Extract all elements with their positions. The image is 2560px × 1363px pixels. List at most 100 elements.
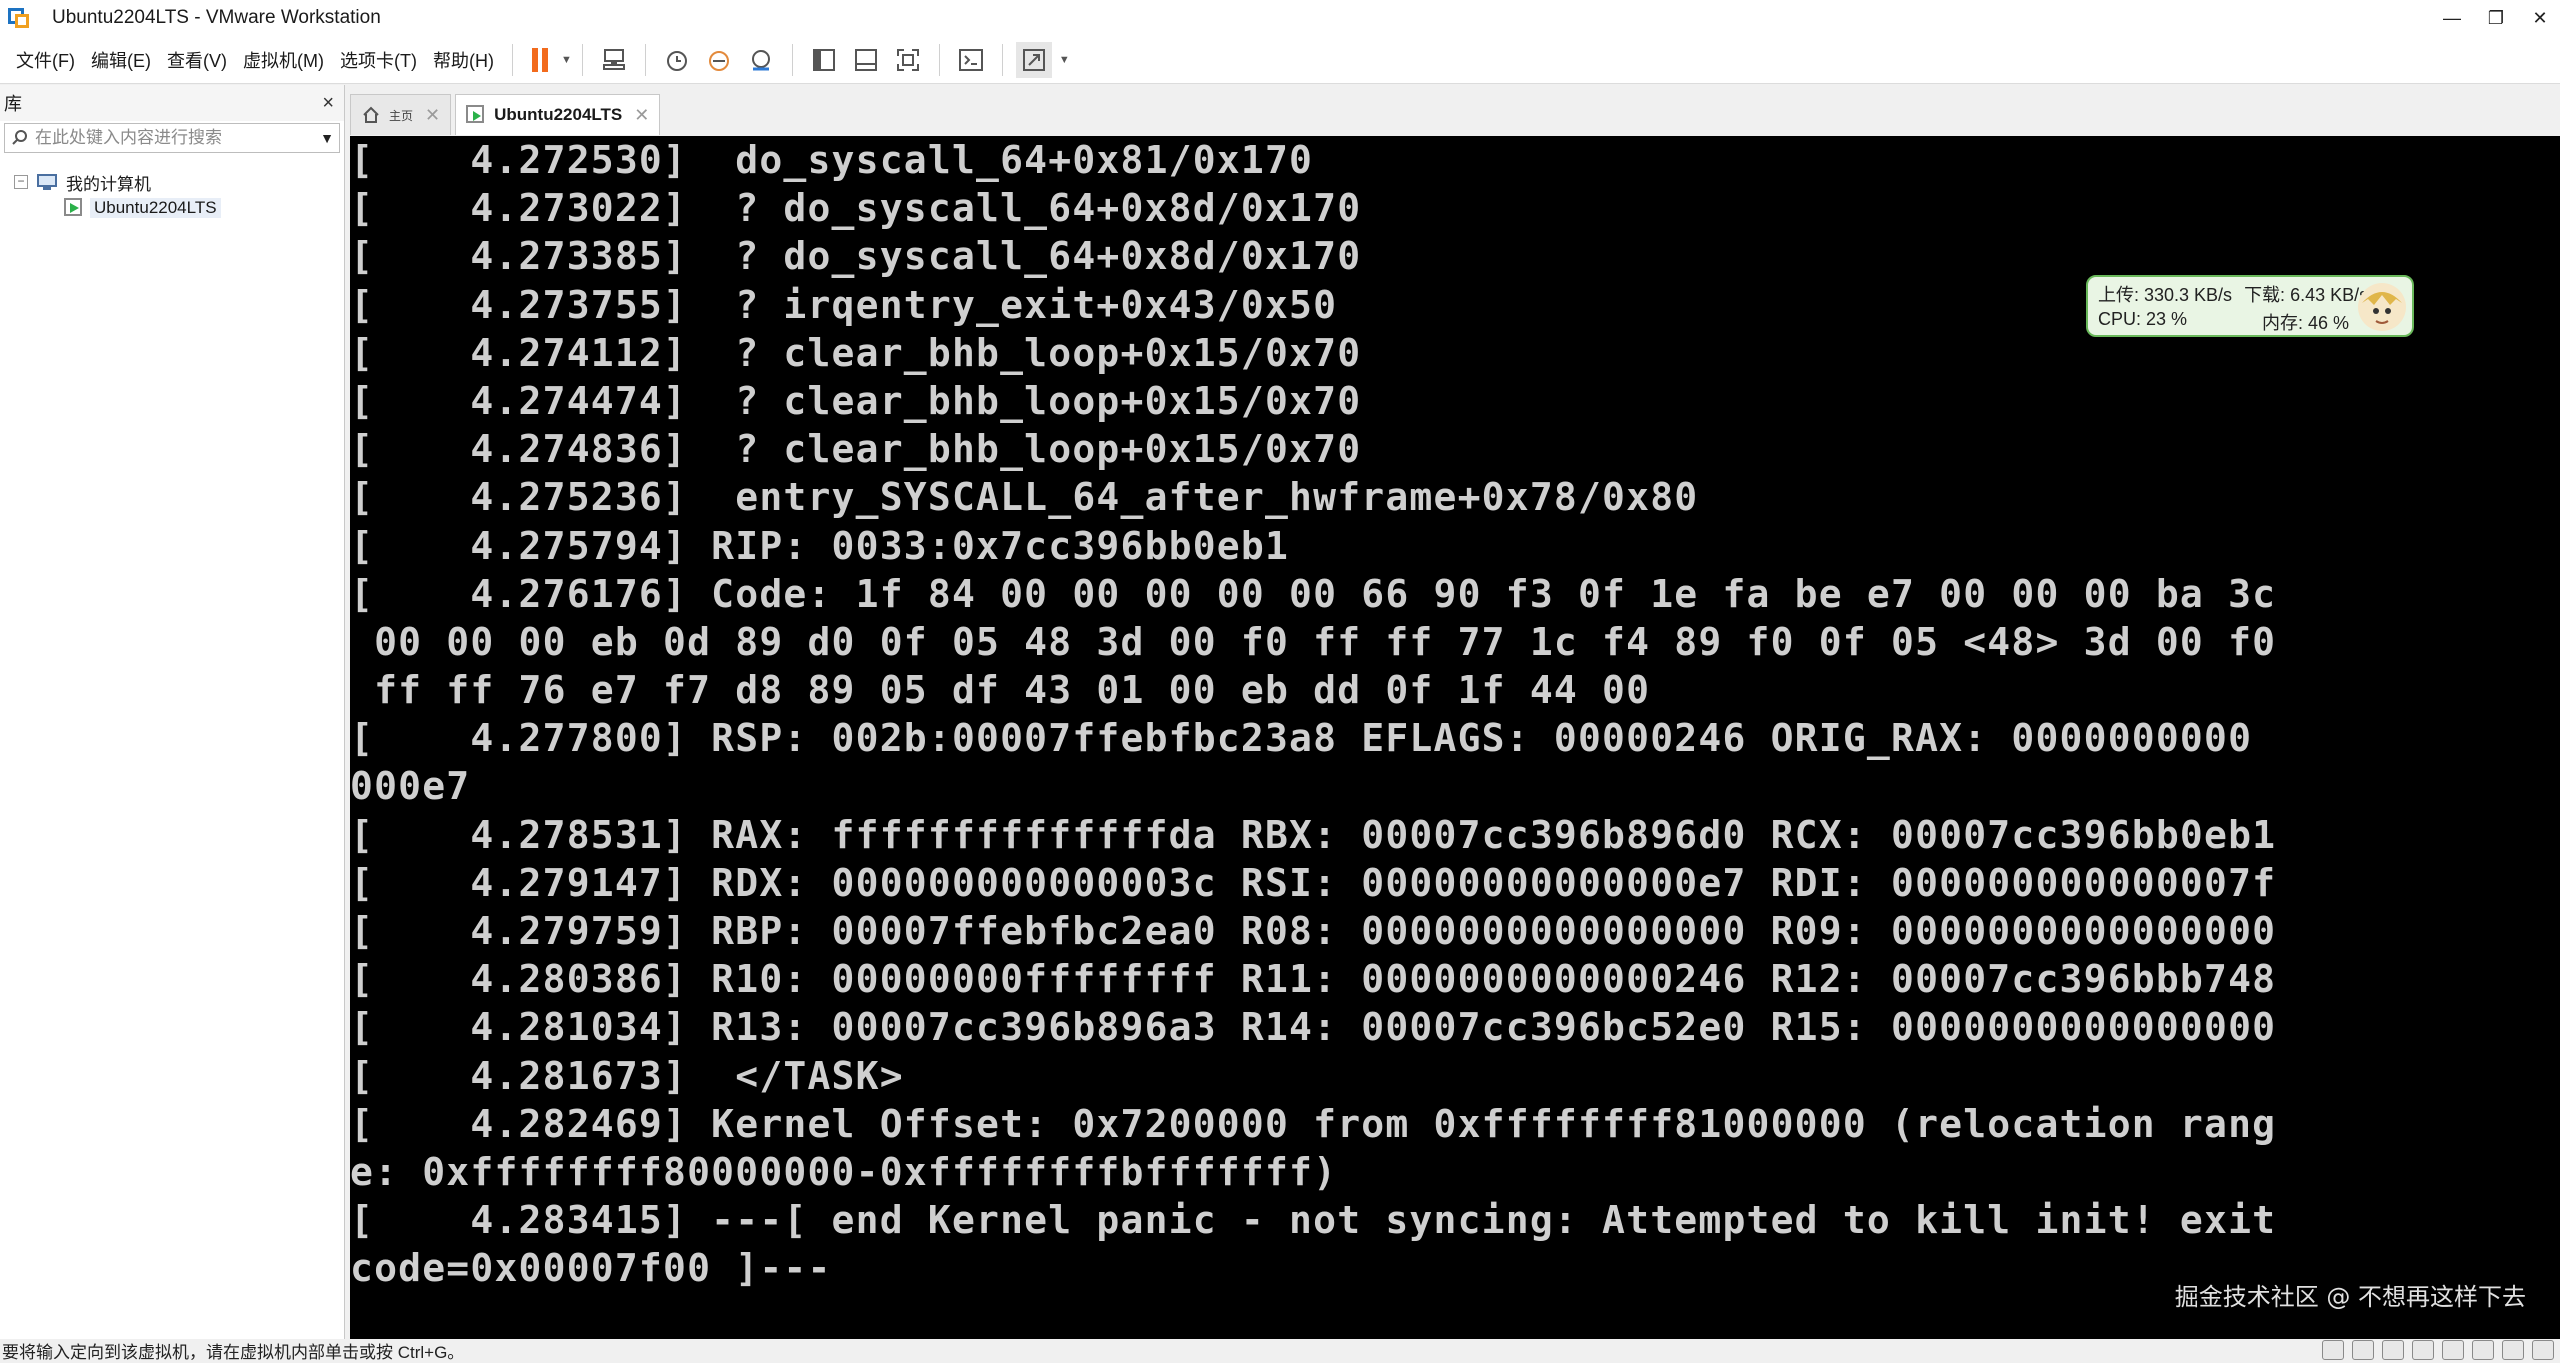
display-icon[interactable]: [2502, 1340, 2524, 1360]
collapse-toggle-icon[interactable]: −: [14, 175, 28, 189]
tree-item-label: 我的计算机: [66, 174, 151, 194]
search-icon: [5, 129, 35, 147]
library-search-box: ▼: [4, 123, 340, 153]
library-search-input[interactable]: [35, 128, 315, 148]
netmon-row-traffic: 上传: 330.3 KB/s 下载: 6.43 KB/s: [2098, 281, 2368, 307]
running-vm-icon: [64, 198, 84, 218]
console-line: [ 4.280386] R10: 00000000ffffffff R11: 0…: [350, 957, 2277, 1002]
status-bar: 要将输入定向到该虚拟机，请在虚拟机内部单击或按 Ctrl+G。: [0, 1339, 2560, 1362]
console-line: 00 00 00 eb 0d 89 d0 0f 05 48 3d 00 f0 f…: [350, 619, 2277, 664]
library-header: 库 ×: [0, 85, 344, 121]
tree-item-my-computer[interactable]: − 我的计算机: [0, 169, 344, 195]
toolbar-separator: [1001, 43, 1003, 76]
toolbar-separator: [644, 43, 646, 76]
tab-home[interactable]: 主页 ✕: [350, 94, 452, 135]
console-line: [ 4.275794] RIP: 0033:0x7cc396bb0eb1: [350, 523, 1290, 568]
console-line: [ 4.281673] </TASK>: [350, 1053, 904, 1098]
tab-label: Ubuntu2204LTS: [494, 105, 623, 124]
network-monitor-widget[interactable]: 上传: 330.3 KB/s 下载: 6.43 KB/s CPU: 23 % 内…: [2086, 275, 2414, 337]
console-line: [ 4.283415] ---[ end Kernel panic - not …: [350, 1198, 2277, 1243]
minimize-button[interactable]: —: [2432, 0, 2472, 36]
tab-label: 主页: [389, 108, 414, 123]
thumbnail-bar-button[interactable]: [848, 42, 884, 78]
snapshot-clock-icon: [666, 50, 687, 71]
revert-snapshot-button[interactable]: [701, 42, 737, 78]
console-line: [ 4.275236] entry_SYSCALL_64_after_hwfra…: [350, 475, 1699, 520]
library-tree: − 我的计算机 Ubuntu2204LTS: [0, 155, 344, 221]
console-line: ff ff 76 e7 f7 d8 89 05 df 43 01 00 eb d…: [350, 668, 1651, 713]
stretch-dropdown-icon[interactable]: ▼: [1059, 54, 1070, 66]
library-title: 库: [4, 94, 22, 114]
library-close-icon[interactable]: ×: [322, 92, 334, 115]
console-line: [ 4.272530] do_syscall_64+0x81/0x170: [350, 138, 1314, 182]
watermark: 掘金技术社区 @ 不想再这样下去: [2174, 1283, 2526, 1311]
console-line: [ 4.281034] R13: 00007cc396b896a3 R14: 0…: [350, 1005, 2277, 1050]
menu-edit[interactable]: 编辑(E): [83, 47, 159, 73]
tab-strip: 主页 ✕ Ubuntu2204LTS ✕: [350, 94, 664, 135]
printer-icon[interactable]: [2472, 1340, 2494, 1360]
hard-disk-icon[interactable]: [2322, 1340, 2344, 1360]
vmware-logo-icon: [8, 6, 32, 30]
download-speed: 下载: 6.43 KB/s: [2244, 285, 2369, 305]
restore-button[interactable]: ❐: [2476, 0, 2516, 36]
menu-vm[interactable]: 虚拟机(M): [235, 47, 332, 73]
console-line: [ 4.276176] Code: 1f 84 00 00 00 00 00 6…: [350, 571, 2277, 616]
mascot-avatar-icon: [2358, 283, 2406, 331]
show-library-button[interactable]: [806, 42, 842, 78]
stretch-guest-button[interactable]: [1015, 41, 1052, 78]
netmon-row-usage: CPU: 23 % 内存: 46 %: [2098, 309, 2349, 333]
toolbar-separator: [938, 43, 940, 76]
tab-ubuntu[interactable]: Ubuntu2204LTS ✕: [455, 94, 661, 135]
usb-controller-icon[interactable]: [2412, 1340, 2434, 1360]
send-ctrl-alt-del-button[interactable]: [596, 42, 632, 78]
console-line: [ 4.282469] Kernel Offset: 0x7200000 fro…: [350, 1101, 2277, 1146]
console-line: [ 4.273022] ? do_syscall_64+0x8d/0x170: [350, 186, 1362, 231]
console-view-button[interactable]: [953, 42, 989, 78]
thumbnail-layout-icon: [854, 48, 877, 71]
library-panel: 库 × ▼ − 我的计算机 Ubuntu2204LTS: [0, 85, 345, 1339]
computer-icon: [36, 173, 58, 191]
toolbar-separator: [581, 43, 583, 76]
toolbar-separator: [791, 43, 793, 76]
console-line: [ 4.278531] RAX: ffffffffffffffda RBX: 0…: [350, 812, 2277, 857]
snapshot-manager-button[interactable]: [743, 42, 779, 78]
console-line: e: 0xffffffff80000000-0xffffffffbfffffff…: [350, 1149, 1338, 1194]
pause-icon: [531, 47, 548, 72]
tree-item-vm[interactable]: Ubuntu2204LTS: [0, 195, 344, 221]
window-controls: — ❐ ✕: [2428, 0, 2560, 36]
full-screen-button[interactable]: [890, 42, 926, 78]
title-bar: Ubuntu2204LTS - VMware Workstation — ❐ ✕: [0, 0, 2560, 36]
full-screen-icon: [896, 48, 919, 71]
home-icon: [361, 105, 381, 125]
memory-usage: 内存: 46 %: [2262, 313, 2350, 333]
tab-scroll-area: [2540, 94, 2560, 136]
cd-drive-icon[interactable]: [2352, 1340, 2374, 1360]
sound-card-icon[interactable]: [2442, 1340, 2464, 1360]
console-line: [ 4.277800] RSP: 002b:00007ffebfbc23a8 E…: [350, 716, 2253, 761]
network-computer-icon: [602, 48, 625, 70]
close-window-button[interactable]: ✕: [2520, 0, 2560, 36]
terminal-icon: [958, 48, 983, 71]
upload-speed: 上传: 330.3 KB/s: [2098, 285, 2233, 305]
snapshot-manager-icon: [751, 49, 770, 70]
console-line: [ 4.274474] ? clear_bhb_loop+0x15/0x70: [350, 378, 1362, 423]
status-text: 要将输入定向到该虚拟机，请在虚拟机内部单击或按 Ctrl+G。: [2, 1343, 465, 1362]
running-vm-icon: [466, 105, 486, 125]
search-dropdown-icon[interactable]: ▼: [315, 130, 339, 146]
menu-help[interactable]: 帮助(H): [425, 47, 502, 73]
console-line: 000e7: [350, 764, 471, 809]
pause-dropdown-icon[interactable]: ▼: [561, 54, 572, 66]
menu-view[interactable]: 查看(V): [159, 47, 235, 73]
device-status-icons: [2322, 1340, 2554, 1360]
console-line: [ 4.274836] ? clear_bhb_loop+0x15/0x70: [350, 427, 1362, 472]
toolbar-separator: [511, 43, 513, 76]
tab-close-icon[interactable]: ✕: [425, 105, 440, 126]
tab-close-icon[interactable]: ✕: [634, 105, 649, 126]
pause-button[interactable]: [526, 42, 554, 78]
menu-tabs[interactable]: 选项卡(T): [332, 47, 425, 73]
message-log-icon[interactable]: [2532, 1340, 2554, 1360]
menu-file[interactable]: 文件(F): [8, 47, 83, 73]
window-title: Ubuntu2204LTS - VMware Workstation: [52, 7, 381, 28]
snapshot-button[interactable]: [659, 42, 695, 78]
network-adapter-icon[interactable]: [2382, 1340, 2404, 1360]
